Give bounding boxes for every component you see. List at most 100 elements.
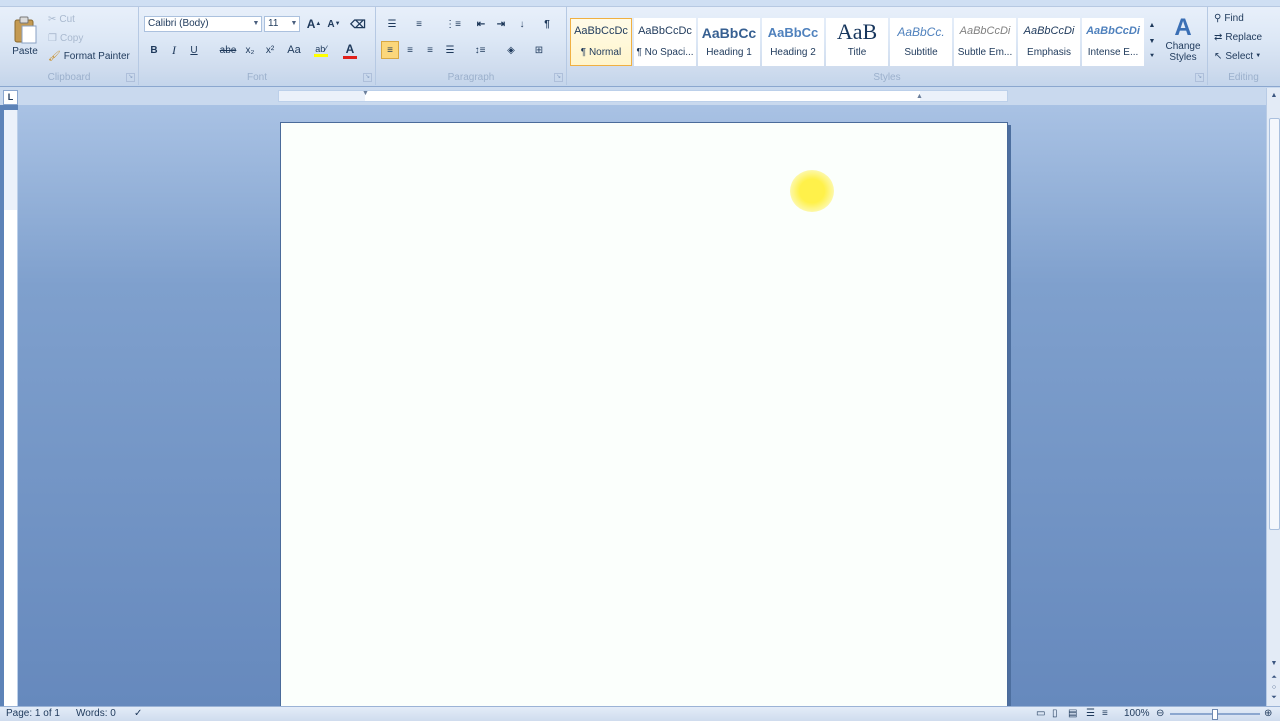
page-count[interactable]: Page: 1 of 1 bbox=[6, 707, 60, 721]
cut-button[interactable]: ✂ Cut bbox=[48, 12, 88, 26]
editing-group-label: Editing bbox=[1228, 72, 1259, 83]
bullets-button[interactable]: ☰ bbox=[381, 15, 403, 33]
italic-button[interactable]: I bbox=[165, 41, 183, 59]
grow-font-button[interactable]: A ▲ bbox=[305, 15, 323, 33]
clipboard-dialog-launcher[interactable]: ↘ bbox=[126, 73, 135, 82]
clipboard-group: Paste ✂ Cut ❐ Copy 🖌 Format Painter Clip… bbox=[0, 6, 139, 85]
align-left-button[interactable]: ≡ bbox=[381, 41, 399, 59]
change-case-button[interactable]: Aa bbox=[282, 41, 306, 59]
horizontal-ruler[interactable]: ▼ ▲ bbox=[278, 90, 1008, 102]
change-styles-icon: A bbox=[1174, 14, 1192, 41]
chevron-down-icon: ▼ bbox=[252, 20, 260, 27]
print-layout-icon[interactable]: ▭ bbox=[1036, 707, 1045, 721]
copy-icon: ❐ bbox=[48, 32, 57, 44]
align-center-button[interactable]: ≡ bbox=[401, 41, 419, 59]
paragraph-dialog-launcher[interactable]: ↘ bbox=[554, 73, 563, 82]
style-heading-1[interactable]: AaBbCc Heading 1 bbox=[698, 18, 760, 66]
copy-button[interactable]: ❐ Copy bbox=[48, 31, 92, 45]
numbered-list-icon: ≡ bbox=[416, 18, 422, 30]
format-painter-button[interactable]: 🖌 Format Painter bbox=[48, 49, 134, 63]
styles-more-button[interactable]: ⯆ bbox=[1147, 50, 1157, 64]
document-page[interactable] bbox=[280, 122, 1008, 714]
styles-dialog-launcher[interactable]: ↘ bbox=[1195, 73, 1204, 82]
increase-indent-button[interactable]: ⇥ bbox=[492, 15, 510, 33]
full-screen-reading-icon[interactable]: ▯ bbox=[1052, 707, 1058, 721]
font-size-combo[interactable]: 11 ▼ bbox=[264, 16, 300, 32]
change-case-label: Aa bbox=[287, 44, 301, 56]
zoom-out-icon[interactable]: ⊖ bbox=[1156, 707, 1164, 721]
proofing-check-icon[interactable]: ✓ bbox=[134, 707, 142, 721]
style-sample: AaBbCcDc bbox=[638, 25, 692, 37]
change-styles-button[interactable]: A Change Styles bbox=[1161, 10, 1205, 68]
numbering-button[interactable]: ≡ bbox=[408, 15, 430, 33]
clear-formatting-button[interactable]: ⌫ bbox=[349, 15, 367, 33]
bold-button[interactable]: B bbox=[145, 41, 163, 59]
justify-button[interactable]: ☰ bbox=[441, 41, 459, 59]
pilcrow-icon: ¶ bbox=[544, 18, 550, 30]
zoom-level[interactable]: 100% bbox=[1124, 707, 1150, 721]
first-line-indent-marker[interactable]: ▼ bbox=[362, 90, 369, 97]
font-dialog-launcher[interactable]: ↘ bbox=[363, 73, 372, 82]
styles-scroll-up-button[interactable]: ▲ bbox=[1147, 18, 1157, 32]
borders-button[interactable]: ⊞ bbox=[528, 41, 550, 59]
font-group: Calibri (Body) ▼ 11 ▼ A ▲ A ▼ ⌫ B I U abe … bbox=[139, 6, 376, 85]
style-no-spacing[interactable]: AaBbCcDc ¶ No Spaci... bbox=[634, 18, 696, 66]
outline-icon[interactable]: ☰ bbox=[1086, 707, 1095, 721]
decrease-indent-icon: ⇤ bbox=[476, 18, 486, 30]
style-title[interactable]: AaB Title bbox=[826, 18, 888, 66]
word-count[interactable]: Words: 0 bbox=[76, 707, 116, 721]
tab-selector-button[interactable]: L bbox=[3, 90, 18, 105]
style-subtitle[interactable]: AaBbCc. Subtitle bbox=[890, 18, 952, 66]
superscript-button[interactable]: x² bbox=[261, 41, 279, 59]
replace-label: Replace bbox=[1225, 31, 1263, 43]
next-page-icon[interactable]: ⏷ bbox=[1268, 692, 1280, 704]
paste-button[interactable]: Paste bbox=[6, 8, 44, 64]
line-spacing-icon: ↕≡ bbox=[474, 44, 486, 56]
vertical-ruler[interactable] bbox=[4, 110, 18, 710]
sort-button[interactable]: ↓ bbox=[513, 15, 531, 33]
style-intense-emphasis[interactable]: AaBbCcDi Intense E... bbox=[1082, 18, 1144, 66]
font-color-button[interactable]: A bbox=[340, 41, 360, 59]
style-sample: AaB bbox=[836, 19, 878, 44]
shrink-font-button[interactable]: A ▼ bbox=[325, 15, 343, 33]
binoculars-icon: ⚲ bbox=[1214, 12, 1222, 24]
align-right-button[interactable]: ≡ bbox=[421, 41, 439, 59]
subscript-button[interactable]: x₂ bbox=[241, 41, 259, 59]
line-spacing-button[interactable]: ↕≡ bbox=[468, 41, 492, 59]
scrollbar-thumb[interactable] bbox=[1269, 118, 1280, 530]
strikethrough-button[interactable]: abe bbox=[217, 41, 239, 59]
style-subtle-emphasis[interactable]: AaBbCcDi Subtle Em... bbox=[954, 18, 1016, 66]
increase-indent-icon: ⇥ bbox=[496, 18, 506, 30]
vertical-scrollbar[interactable]: ▲ ▼ ⏶ ○ ⏷ bbox=[1266, 88, 1280, 706]
replace-button[interactable]: ⇄ Replace bbox=[1214, 30, 1276, 44]
web-layout-icon[interactable]: ▤ bbox=[1068, 707, 1077, 721]
paint-bucket-icon: ◈ bbox=[507, 44, 515, 56]
find-button[interactable]: ⚲ Find bbox=[1214, 11, 1274, 25]
style-sample: AaBbCcDc bbox=[574, 25, 628, 37]
scroll-up-arrow-icon[interactable]: ▲ bbox=[1268, 90, 1280, 102]
show-formatting-button[interactable]: ¶ bbox=[538, 15, 556, 33]
cut-label: Cut bbox=[59, 13, 75, 25]
right-indent-marker[interactable]: ▲ bbox=[916, 93, 923, 100]
scroll-down-arrow-icon[interactable]: ▼ bbox=[1268, 658, 1280, 670]
multilevel-list-button[interactable]: ⋮≡ bbox=[442, 15, 464, 33]
subscript-label: x₂ bbox=[245, 44, 255, 56]
change-styles-label: Change Styles bbox=[1165, 41, 1201, 63]
style-emphasis[interactable]: AaBbCcDi Emphasis bbox=[1018, 18, 1080, 66]
select-button[interactable]: ↖ Select ▼ bbox=[1214, 49, 1274, 63]
font-family-combo[interactable]: Calibri (Body) ▼ bbox=[144, 16, 262, 32]
styles-scroll-down-button[interactable]: ▼ bbox=[1147, 34, 1157, 48]
shading-button[interactable]: ◈ bbox=[500, 41, 522, 59]
style-name: Subtle Em... bbox=[957, 47, 1013, 58]
highlight-color-button[interactable]: ab⁄ bbox=[311, 41, 331, 59]
decrease-indent-button[interactable]: ⇤ bbox=[472, 15, 490, 33]
style-sample: AaBbCcDi bbox=[1023, 25, 1075, 37]
zoom-in-icon[interactable]: ⊕ bbox=[1264, 707, 1272, 721]
draft-icon[interactable]: ≡ bbox=[1102, 707, 1108, 721]
style-normal[interactable]: AaBbCcDc ¶ Normal bbox=[570, 18, 632, 66]
zoom-slider-thumb[interactable] bbox=[1212, 709, 1218, 720]
underline-button[interactable]: U bbox=[185, 41, 203, 59]
style-heading-2[interactable]: AaBbCc Heading 2 bbox=[762, 18, 824, 66]
grow-font-icon: A bbox=[306, 17, 316, 31]
font-color-swatch bbox=[343, 55, 357, 59]
